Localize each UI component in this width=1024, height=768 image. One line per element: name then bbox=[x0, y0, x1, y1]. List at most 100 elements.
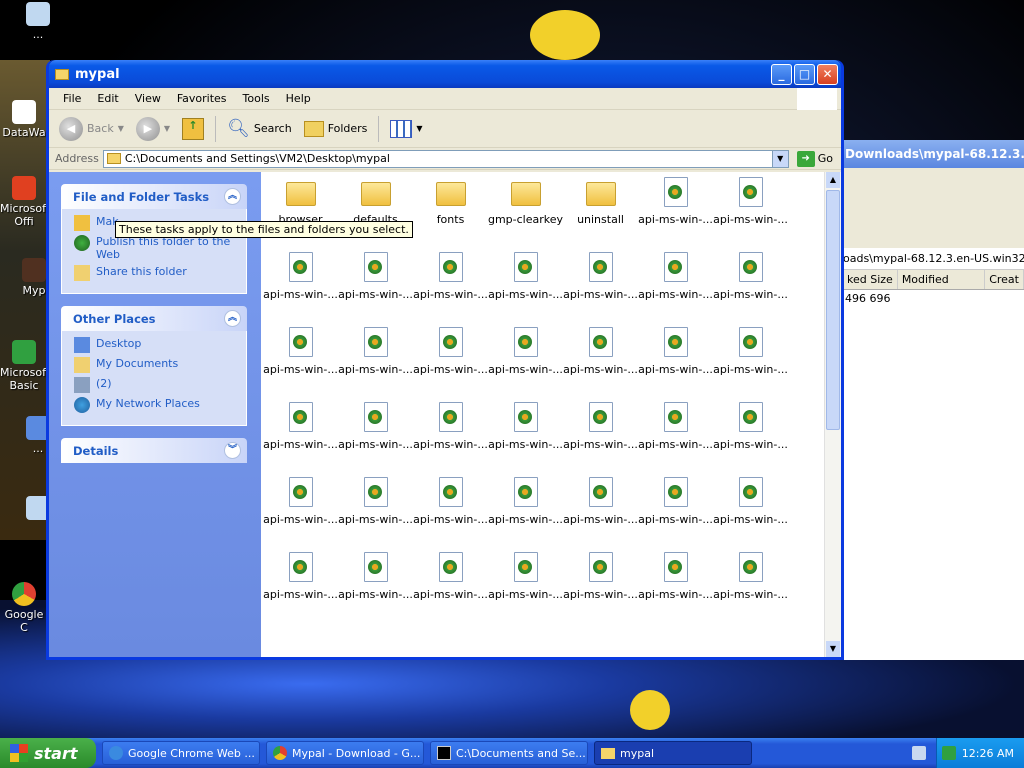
file-item[interactable]: api-ms-win-... bbox=[638, 472, 713, 547]
minimize-button[interactable]: _ bbox=[771, 63, 792, 85]
taskbar-mypal-folder[interactable]: mypal bbox=[594, 741, 752, 765]
forward-button[interactable]: ▶ ▼ bbox=[132, 115, 174, 143]
file-label: api-ms-win-... bbox=[713, 438, 788, 451]
file-item[interactable]: api-ms-win-... bbox=[263, 547, 338, 622]
title-bar[interactable]: mypal _ □ ✕ bbox=[49, 60, 841, 88]
file-item[interactable]: api-ms-win-... bbox=[338, 547, 413, 622]
dll-file-icon bbox=[285, 327, 317, 359]
file-item[interactable]: api-ms-win-... bbox=[263, 397, 338, 472]
go-button[interactable]: ➜ Go bbox=[793, 150, 841, 167]
share-folder-link[interactable]: Share this folder bbox=[74, 265, 238, 281]
file-item[interactable]: api-ms-win-... bbox=[263, 472, 338, 547]
dll-file-icon bbox=[660, 402, 692, 434]
file-item[interactable]: api-ms-win-... bbox=[413, 472, 488, 547]
file-item[interactable]: api-ms-win-... bbox=[713, 472, 788, 547]
folder-item[interactable]: gmp-clearkey bbox=[488, 172, 563, 247]
menu-view[interactable]: View bbox=[127, 92, 169, 105]
col-created[interactable]: Creat bbox=[985, 270, 1024, 289]
desktop-icon-datawa[interactable]: DataWa bbox=[0, 100, 48, 139]
folder-item[interactable]: uninstall bbox=[563, 172, 638, 247]
folders-button[interactable]: Folders bbox=[300, 119, 372, 139]
views-button[interactable]: ▼ bbox=[386, 118, 426, 140]
file-item[interactable]: api-ms-win-... bbox=[713, 322, 788, 397]
file-item[interactable]: api-ms-win-... bbox=[713, 247, 788, 322]
file-item[interactable]: api-ms-win-... bbox=[638, 247, 713, 322]
keyboard-icon[interactable] bbox=[912, 746, 926, 760]
file-item[interactable]: api-ms-win-... bbox=[638, 547, 713, 622]
expand-icon[interactable]: ︾ bbox=[224, 442, 241, 459]
place-my-documents[interactable]: My Documents bbox=[74, 357, 238, 373]
file-item[interactable]: api-ms-win-... bbox=[263, 247, 338, 322]
background-window[interactable]: Downloads\mypal-68.12.3.en oads\mypal-68… bbox=[842, 140, 1024, 660]
col-packed-size[interactable]: ked Size bbox=[843, 270, 898, 289]
desktop-icon-office[interactable]: Microsoft Offi bbox=[0, 176, 50, 228]
file-item[interactable]: api-ms-win-... bbox=[638, 397, 713, 472]
file-item[interactable]: api-ms-win-... bbox=[638, 322, 713, 397]
collapse-icon[interactable]: ︽ bbox=[224, 188, 241, 205]
dll-file-icon bbox=[510, 477, 542, 509]
place-network[interactable]: My Network Places bbox=[74, 397, 238, 413]
folder-item[interactable]: fonts bbox=[413, 172, 488, 247]
file-item[interactable]: api-ms-win-... bbox=[488, 472, 563, 547]
menu-tools[interactable]: Tools bbox=[235, 92, 278, 105]
menu-help[interactable]: Help bbox=[278, 92, 319, 105]
recycle-bin-icon[interactable]: ... bbox=[14, 2, 62, 41]
toolbar: ◀ Back ▼ ▶ ▼ ↑ 🔍︎ Search Folders ▼ bbox=[49, 110, 841, 148]
file-item[interactable]: api-ms-win-... bbox=[713, 172, 788, 247]
file-item[interactable]: api-ms-win-... bbox=[413, 397, 488, 472]
clock[interactable]: 12:26 AM bbox=[962, 747, 1014, 760]
desktop-icon-chrome[interactable]: Google C bbox=[0, 582, 48, 634]
place-desktop[interactable]: Desktop bbox=[74, 337, 238, 353]
scroll-down-button[interactable]: ▼ bbox=[826, 641, 840, 657]
file-item[interactable]: api-ms-win-... bbox=[563, 322, 638, 397]
file-item[interactable]: api-ms-win-... bbox=[338, 397, 413, 472]
file-item[interactable]: api-ms-win-... bbox=[338, 472, 413, 547]
publish-folder-link[interactable]: Publish this folder to the Web bbox=[74, 235, 238, 261]
start-button[interactable]: start bbox=[0, 738, 96, 768]
menu-edit[interactable]: Edit bbox=[89, 92, 126, 105]
taskbar-chrome-web[interactable]: Google Chrome Web ... bbox=[102, 741, 260, 765]
file-item[interactable]: api-ms-win-... bbox=[488, 397, 563, 472]
file-item[interactable]: api-ms-win-... bbox=[713, 397, 788, 472]
file-item[interactable]: api-ms-win-... bbox=[413, 247, 488, 322]
windows-logo-icon bbox=[797, 88, 837, 110]
file-item[interactable]: api-ms-win-... bbox=[563, 397, 638, 472]
scroll-up-button[interactable]: ▲ bbox=[826, 172, 840, 188]
file-item[interactable]: api-ms-win-... bbox=[563, 247, 638, 322]
menu-file[interactable]: File bbox=[55, 92, 89, 105]
file-list[interactable]: browser defaults fonts gmp-clearkey uninstal… bbox=[261, 172, 841, 657]
taskbar-mypal-download[interactable]: Mypal - Download - G... bbox=[266, 741, 424, 765]
file-item[interactable]: api-ms-win-... bbox=[638, 172, 713, 247]
file-item[interactable]: api-ms-win-... bbox=[488, 322, 563, 397]
taskbar-cmd[interactable]: C:\Documents and Se... bbox=[430, 741, 588, 765]
explorer-window[interactable]: mypal _ □ ✕ File Edit View Favorites Too… bbox=[46, 60, 844, 660]
vertical-scrollbar[interactable]: ▲ ▼ bbox=[824, 172, 841, 657]
file-item[interactable]: api-ms-win-... bbox=[488, 247, 563, 322]
col-modified[interactable]: Modified bbox=[898, 270, 986, 289]
details-panel: Details ︾ bbox=[61, 438, 247, 463]
place-drive[interactable]: (2) bbox=[74, 377, 238, 393]
file-item[interactable]: api-ms-win-... bbox=[263, 322, 338, 397]
scrollbar-thumb[interactable] bbox=[826, 190, 840, 430]
search-button[interactable]: 🔍︎ Search bbox=[223, 116, 296, 141]
file-item[interactable]: api-ms-win-... bbox=[413, 322, 488, 397]
dll-file-icon bbox=[735, 177, 767, 209]
file-item[interactable]: api-ms-win-... bbox=[413, 547, 488, 622]
menu-favorites[interactable]: Favorites bbox=[169, 92, 235, 105]
close-button[interactable]: ✕ bbox=[817, 63, 838, 85]
file-item[interactable]: api-ms-win-... bbox=[563, 547, 638, 622]
file-item[interactable]: api-ms-win-... bbox=[488, 547, 563, 622]
desktop-icon-basic[interactable]: Microsoft Basic bbox=[0, 340, 50, 392]
up-folder-button[interactable]: ↑ bbox=[178, 116, 208, 142]
back-button[interactable]: ◀ Back ▼ bbox=[55, 115, 128, 143]
maximize-button[interactable]: □ bbox=[794, 63, 815, 85]
address-input[interactable]: C:\Documents and Settings\VM2\Desktop\my… bbox=[102, 149, 789, 168]
collapse-icon[interactable]: ︽ bbox=[224, 310, 241, 327]
file-item[interactable]: api-ms-win-... bbox=[338, 247, 413, 322]
network-tray-icon[interactable] bbox=[941, 746, 956, 760]
file-item[interactable]: api-ms-win-... bbox=[713, 547, 788, 622]
file-label: api-ms-win-... bbox=[413, 588, 488, 601]
address-dropdown[interactable]: ▼ bbox=[771, 150, 788, 167]
file-item[interactable]: api-ms-win-... bbox=[563, 472, 638, 547]
file-item[interactable]: api-ms-win-... bbox=[338, 322, 413, 397]
